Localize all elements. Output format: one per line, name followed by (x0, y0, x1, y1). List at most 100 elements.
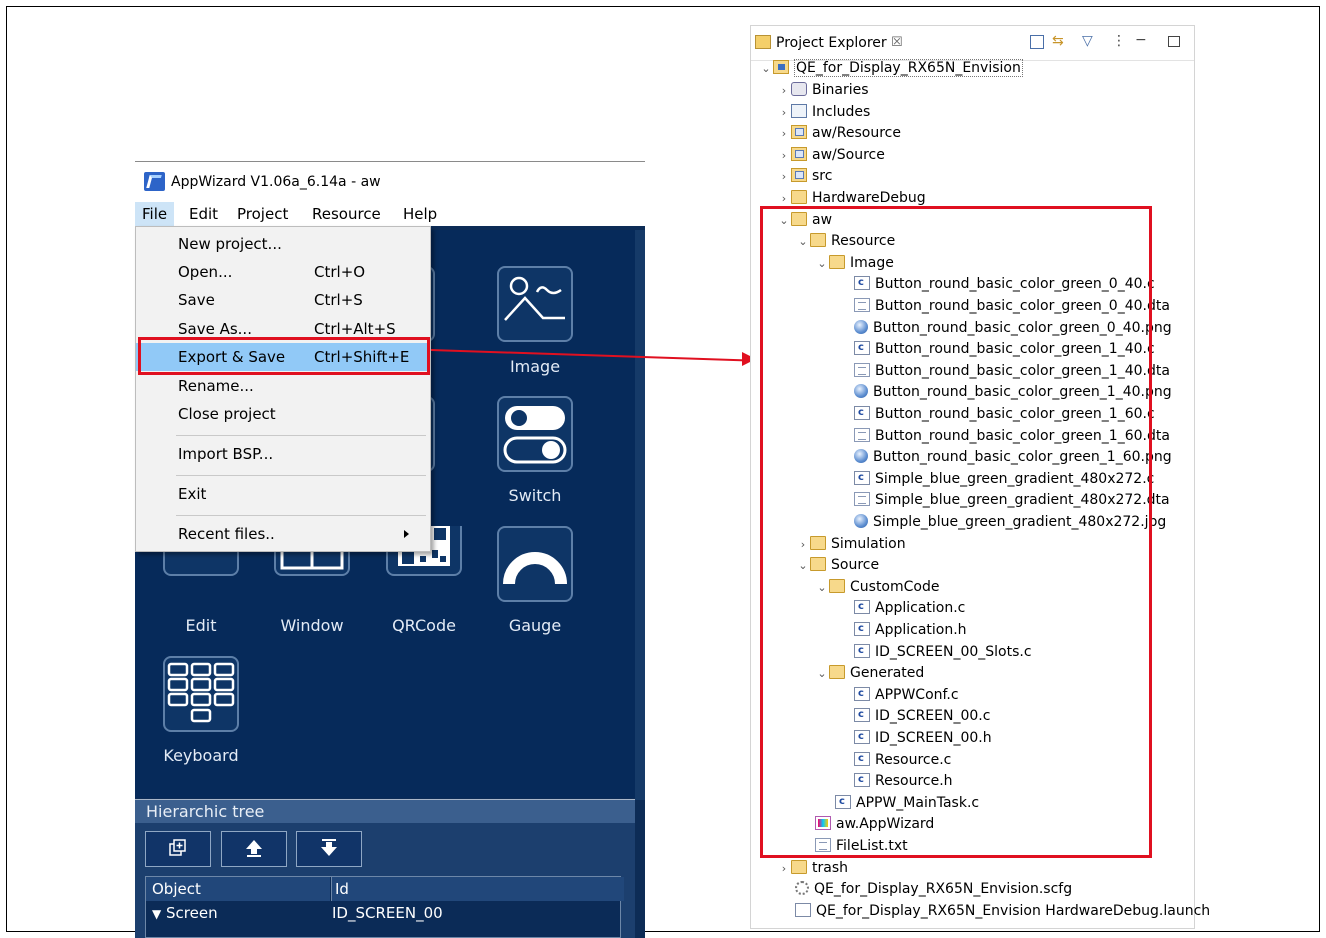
folder-icon (791, 860, 807, 874)
switch-tile[interactable] (497, 396, 573, 472)
tree-item-src[interactable]: › src (777, 165, 832, 187)
menu-item-label: Open... (178, 263, 233, 281)
collapse-chevron-icon[interactable]: › (777, 123, 791, 145)
project-explorer-tab[interactable]: Project Explorer (755, 35, 887, 51)
tree-item-binaries[interactable]: › Binaries (777, 79, 869, 101)
keyboard-tile-label: Keyboard (163, 746, 239, 765)
collapse-chevron-icon[interactable]: › (777, 858, 791, 880)
hierarchic-tree-title: Hierarchic tree (135, 799, 635, 823)
tree-row-id: ID_SCREEN_00 (332, 904, 443, 922)
tree-item-label: aw/Resource (812, 125, 901, 141)
tree-item-label: src (812, 168, 833, 184)
tree-row-object: Screen (166, 904, 218, 922)
source-folder-icon (791, 125, 807, 139)
menu-resource[interactable]: Resource (305, 202, 388, 226)
palette-scroll-edge (635, 230, 645, 800)
menu-separator (176, 515, 426, 516)
expand-chevron-icon[interactable]: ⌄ (759, 58, 773, 80)
keyboard-tile[interactable] (163, 656, 239, 732)
menu-item-rename[interactable]: Rename... (136, 372, 430, 400)
menu-item-label: Close project (178, 405, 276, 423)
project-folder-icon (773, 60, 789, 74)
menu-item-label: Rename... (178, 377, 254, 395)
window-tile-label: Window (280, 616, 344, 635)
menu-bar: File Edit Project Resource Help (135, 202, 645, 226)
menu-item-exit[interactable]: Exit (136, 480, 430, 508)
tree-item-label: QE_for_Display_RX65N_Envision.scfg (814, 881, 1073, 897)
project-explorer-icon (755, 35, 771, 49)
move-up-button[interactable] (221, 831, 287, 867)
window-title: AppWizard V1.06a_6.14a - aw (171, 174, 381, 190)
maximize-icon[interactable] (1168, 36, 1180, 47)
tree-item-file[interactable]: QE_for_Display_RX65N_Envision.scfg (795, 878, 1072, 900)
tree-item-label: QE_for_Display_RX65N_Envision (794, 59, 1023, 77)
collapse-all-icon[interactable] (1030, 35, 1044, 49)
submenu-arrow-icon (404, 530, 409, 538)
gauge-tile-label: Gauge (508, 616, 562, 635)
title-bar: AppWizard V1.06a_6.14a - aw (135, 162, 645, 202)
collapse-chevron-icon[interactable]: › (777, 166, 791, 188)
menu-file[interactable]: File (135, 202, 175, 226)
image-tile[interactable] (497, 266, 573, 342)
minimize-icon[interactable]: − (1135, 33, 1149, 49)
close-tab-icon[interactable]: ☒ (891, 35, 903, 50)
menu-item-close-project[interactable]: Close project (136, 400, 430, 428)
qrcode-tile-label: QRCode (392, 616, 456, 635)
tree-item-label: QE_for_Display_RX65N_Envision HardwareDe… (816, 903, 1211, 919)
filter-icon[interactable]: ▽ (1082, 34, 1096, 49)
menu-item-open[interactable]: Open... Ctrl+O (136, 258, 430, 286)
menu-separator (176, 435, 426, 436)
menu-help[interactable]: Help (396, 202, 444, 226)
project-explorer-header: Project Explorer ☒ ⇆ ▽ ⋮ − (751, 26, 1194, 61)
menu-separator (176, 475, 426, 476)
source-folder-icon (791, 147, 807, 161)
switch-tile-label: Switch (508, 486, 562, 505)
folder-icon (791, 190, 807, 204)
tree-item-label: Includes (812, 104, 871, 120)
menu-project[interactable]: Project (230, 202, 295, 226)
move-down-button[interactable] (296, 831, 362, 867)
launch-file-icon (795, 903, 811, 917)
expand-triangle-icon[interactable]: ▼ (152, 907, 161, 921)
hierarchic-tree-table: Object Id ▼ Screen ID_SCREEN_00 (145, 876, 624, 938)
menu-item-shortcut: Ctrl+O (314, 263, 366, 281)
tree-item-aw-resource[interactable]: › aw/Resource (777, 122, 901, 144)
tree-row-screen[interactable]: ▼ Screen (152, 902, 322, 924)
menu-item-label: New project... (178, 235, 282, 253)
tree-item-label: trash (812, 860, 848, 876)
menu-item-import-bsp[interactable]: Import BSP... (136, 440, 430, 468)
menu-edit[interactable]: Edit (182, 202, 225, 226)
highlight-aw-folder (760, 206, 1152, 858)
column-id[interactable]: Id (331, 877, 624, 901)
add-child-button[interactable] (145, 831, 211, 867)
collapse-chevron-icon[interactable]: › (777, 80, 791, 102)
menu-item-recent-files[interactable]: Recent files.. (136, 520, 430, 548)
collapse-chevron-icon[interactable]: › (777, 145, 791, 167)
menu-item-shortcut: Ctrl+S (314, 291, 363, 309)
menu-item-label: Exit (178, 485, 207, 503)
file-menu-dropdown: New project... Open... Ctrl+O Save Ctrl+S … (135, 226, 431, 552)
edit-tile-label: Edit (185, 616, 217, 635)
gear-icon (795, 881, 809, 895)
tree-item-label: HardwareDebug (812, 190, 926, 206)
menu-item-label: Save (178, 291, 215, 309)
menu-item-label: Import BSP... (178, 445, 274, 463)
source-folder-icon (791, 168, 807, 182)
view-menu-icon[interactable]: ⋮ (1112, 34, 1126, 49)
includes-icon (791, 104, 807, 118)
link-editor-icon[interactable]: ⇆ (1052, 34, 1066, 49)
tree-item-label: Binaries (812, 82, 869, 98)
collapse-chevron-icon[interactable]: › (777, 102, 791, 124)
menu-item-label: Recent files.. (178, 525, 275, 543)
tree-item-project[interactable]: ⌄ QE_for_Display_RX65N_Envision (759, 57, 1023, 79)
gauge-tile[interactable] (497, 526, 573, 602)
menu-item-new-project[interactable]: New project... (136, 230, 430, 258)
menu-item-save[interactable]: Save Ctrl+S (136, 286, 430, 314)
tree-item-aw-source[interactable]: › aw/Source (777, 144, 885, 166)
hierarchic-tree-panel: Hierarchic tree Object Id ▼ Screen ID_SC… (135, 799, 635, 938)
appwizard-logo-icon (144, 172, 165, 191)
tree-item-trash[interactable]: › trash (777, 857, 848, 879)
tree-item-includes[interactable]: › Includes (777, 101, 870, 123)
tree-item-file[interactable]: QE_for_Display_RX65N_Envision HardwareDe… (795, 900, 1210, 922)
column-object[interactable]: Object (146, 877, 330, 901)
